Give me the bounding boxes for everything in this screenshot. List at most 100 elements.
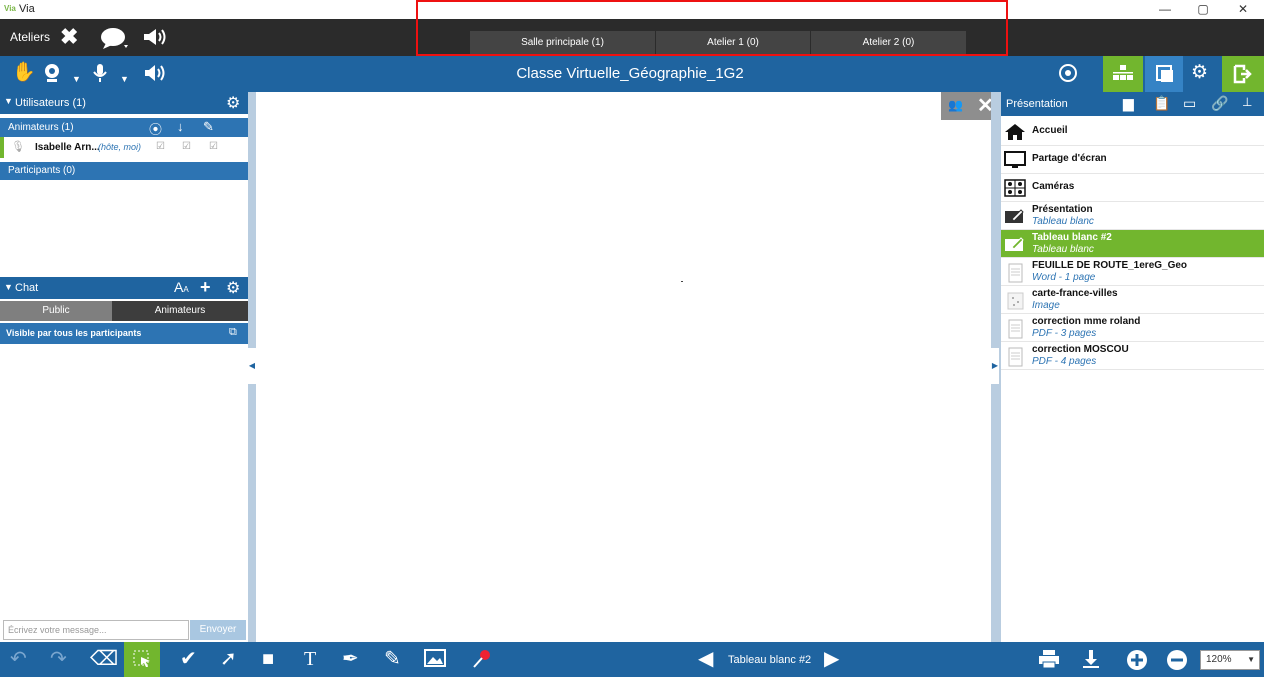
collapse-left-icon[interactable]: ◀ bbox=[248, 348, 256, 384]
right-splitter[interactable]: ▶ bbox=[991, 92, 1001, 642]
chat-bubble-icon[interactable] bbox=[100, 27, 128, 53]
users-settings-gear-icon[interactable]: ⚙ bbox=[226, 93, 240, 113]
clipboard-icon[interactable]: 📋 bbox=[1153, 95, 1170, 112]
maximize-button[interactable]: ▢ bbox=[1188, 1, 1218, 18]
text-tool-icon[interactable]: T bbox=[304, 649, 316, 669]
zoom-out-icon[interactable] bbox=[1166, 649, 1188, 675]
eraser-icon[interactable]: ⌫ bbox=[90, 649, 118, 669]
collapse-icon[interactable]: ▼ bbox=[4, 96, 13, 106]
document-icon bbox=[1004, 263, 1026, 283]
chat-collapse-icon[interactable]: ▼ bbox=[4, 282, 13, 292]
close-window-button[interactable]: ✕ bbox=[1228, 1, 1258, 18]
tab-animateurs[interactable]: Animateurs bbox=[112, 301, 248, 321]
presentation-mode-button[interactable] bbox=[1145, 56, 1183, 92]
right-panel: Présentation ▆ 📋 ▭ 🔗 ⊥ Accueil Partage d… bbox=[1001, 92, 1264, 642]
current-page-label: Tableau blanc #2 bbox=[728, 654, 812, 666]
whiteboard-canvas[interactable] bbox=[256, 92, 991, 642]
image-icon bbox=[1004, 291, 1026, 310]
chat-header[interactable]: ▼ Chat AA + ⚙ bbox=[0, 277, 248, 299]
item-name: Tableau blanc #2 bbox=[1032, 232, 1112, 243]
image-tool-icon[interactable] bbox=[424, 649, 446, 671]
select-tool-button[interactable] bbox=[124, 642, 160, 677]
item-sub: Word - 1 page bbox=[1032, 272, 1096, 283]
send-button[interactable]: Envoyer bbox=[190, 620, 246, 640]
main-toolbar: ✋ ▼ ▼ Classe Virtuelle_Géographie_1G2 ⚙ bbox=[0, 56, 1264, 92]
list-item-correction-moscou[interactable]: correction MOSCOU PDF - 4 pages bbox=[1001, 342, 1264, 370]
chat-settings-gear-icon[interactable]: ⚙ bbox=[226, 278, 240, 298]
users-toggle-icon[interactable]: 👥 bbox=[948, 98, 963, 112]
item-sub: Image bbox=[1032, 300, 1060, 311]
download-icon[interactable] bbox=[1082, 649, 1100, 673]
item-sub: PDF - 3 pages bbox=[1032, 328, 1097, 339]
collapse-right-icon[interactable]: ▶ bbox=[991, 348, 999, 384]
add-icon[interactable]: + bbox=[200, 277, 211, 298]
whiteboard-icon bbox=[1004, 207, 1026, 225]
animateurs-header: Animateurs (1) ⦿ ↓ ✎ bbox=[0, 118, 248, 137]
broadcast-icon[interactable] bbox=[142, 27, 168, 51]
zoom-in-icon[interactable] bbox=[1126, 649, 1148, 675]
tree-icon[interactable]: ⊥ bbox=[1242, 95, 1252, 109]
speaker-icon[interactable] bbox=[143, 63, 167, 88]
participants-header: Participants (0) bbox=[0, 162, 248, 180]
layout-button[interactable] bbox=[1103, 56, 1143, 92]
animateurs-title: Animateurs (1) bbox=[8, 122, 74, 133]
copy-icon[interactable]: ⧉ bbox=[229, 326, 237, 339]
whiteboard-add-icon[interactable]: ▭ bbox=[1183, 95, 1196, 112]
settings-gear-icon[interactable]: ⚙ bbox=[1191, 63, 1208, 83]
next-page-icon[interactable]: ▶ bbox=[824, 649, 839, 669]
font-size-small: A bbox=[183, 285, 189, 294]
list-item-accueil[interactable]: Accueil bbox=[1001, 118, 1264, 146]
network-icon[interactable] bbox=[1058, 63, 1078, 88]
print-icon[interactable] bbox=[1038, 649, 1060, 673]
webcam-dropdown-icon[interactable]: ▼ bbox=[72, 69, 81, 89]
close-ateliers-icon[interactable]: ✖ bbox=[60, 26, 78, 48]
user-row[interactable]: 🎙 Isabelle Arn... (hôte, moi) ☑ ☑ ☑ bbox=[0, 137, 248, 158]
item-name: Présentation bbox=[1032, 204, 1093, 215]
redo-icon[interactable]: ↷ bbox=[50, 649, 67, 669]
previous-page-icon[interactable]: ◀ bbox=[698, 649, 713, 669]
undo-icon[interactable]: ↶ bbox=[10, 649, 27, 669]
folder-icon[interactable]: ▆ bbox=[1123, 95, 1134, 112]
list-item-partage-ecran[interactable]: Partage d'écran bbox=[1001, 146, 1264, 174]
raise-hand-icon[interactable]: ✋ bbox=[12, 63, 36, 83]
arrow-tool-icon[interactable]: ➚ bbox=[220, 649, 237, 669]
microphone-icon[interactable] bbox=[92, 63, 108, 88]
check-tool-icon[interactable]: ✔ bbox=[180, 649, 197, 669]
draw-checkbox[interactable]: ☑ bbox=[209, 141, 218, 152]
chat-tabs: Public Animateurs bbox=[0, 301, 248, 321]
pin-tool-icon[interactable] bbox=[472, 649, 492, 673]
minimize-button[interactable]: — bbox=[1150, 1, 1180, 18]
webcam-column-icon: ⦿ bbox=[149, 122, 163, 137]
users-header[interactable]: ▼ Utilisateurs (1) ⚙ bbox=[0, 92, 248, 114]
font-size-large: A bbox=[174, 279, 184, 295]
user-name: Isabelle Arn... bbox=[35, 142, 100, 153]
highlighter-tool-icon[interactable]: ✎ bbox=[384, 649, 401, 669]
chat-title: Chat bbox=[15, 282, 39, 294]
visibility-text: Visible par tous les participants bbox=[6, 328, 142, 338]
zoom-select[interactable]: 120% ▼ bbox=[1200, 650, 1260, 670]
left-splitter[interactable]: ◀ bbox=[248, 92, 256, 642]
zoom-value: 120% bbox=[1206, 654, 1232, 665]
via-logo: Via bbox=[4, 4, 16, 13]
microphone-dropdown-icon[interactable]: ▼ bbox=[120, 69, 129, 89]
exit-button[interactable] bbox=[1222, 56, 1264, 92]
list-item-cameras[interactable]: Caméras bbox=[1001, 174, 1264, 202]
item-name: Partage d'écran bbox=[1032, 153, 1107, 164]
list-item-presentation[interactable]: Présentation Tableau blanc bbox=[1001, 202, 1264, 230]
pen-tool-icon[interactable]: ✒ bbox=[342, 649, 359, 669]
list-item-carte-france[interactable]: carte-france-villes Image bbox=[1001, 286, 1264, 314]
user-role: (hôte, moi) bbox=[98, 142, 142, 152]
webcam-icon[interactable] bbox=[42, 63, 62, 88]
font-size-icon[interactable]: AA bbox=[174, 279, 189, 295]
webcam-checkbox[interactable]: ☑ bbox=[156, 141, 165, 152]
item-name: Accueil bbox=[1032, 125, 1068, 136]
message-input[interactable]: Écrivez votre message... bbox=[3, 620, 189, 640]
list-item-correction-roland[interactable]: correction mme roland PDF - 3 pages bbox=[1001, 314, 1264, 342]
mic-checkbox[interactable]: ☑ bbox=[182, 141, 191, 152]
rectangle-tool-icon[interactable]: ■ bbox=[262, 649, 274, 669]
ateliers-button[interactable]: Ateliers bbox=[10, 30, 50, 44]
list-item-tableau-blanc-2[interactable]: Tableau blanc #2 Tableau blanc bbox=[1001, 230, 1264, 258]
tab-public[interactable]: Public bbox=[0, 301, 112, 321]
link-icon[interactable]: 🔗 bbox=[1211, 95, 1228, 112]
list-item-feuille-de-route[interactable]: FEUILLE DE ROUTE_1ereG_Geo Word - 1 page bbox=[1001, 258, 1264, 286]
